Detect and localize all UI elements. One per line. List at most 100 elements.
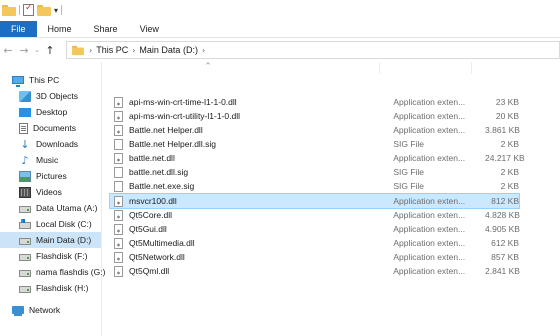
breadcrumb-this-pc[interactable]: This PC (96, 45, 128, 55)
customize-toolbar-dropdown-icon[interactable]: ▾ (54, 6, 58, 15)
file-name: Battle.net Helper.dll (129, 125, 203, 135)
forward-arrow-icon[interactable]: → (16, 44, 32, 57)
file-size: 2 KB (500, 181, 519, 191)
sidebar-item-label: Videos (36, 187, 62, 197)
file-type: Application exten... (393, 210, 466, 220)
ribbon-tabs: File Home Share View (0, 21, 560, 38)
recent-locations-chevron-icon[interactable]: ⌄ (32, 46, 42, 54)
table-row[interactable]: Qt5Network.dll Application exten... 857 … (110, 250, 519, 264)
sidebar-item-label: This PC (29, 75, 60, 85)
sidebar-item-label: Downloads (36, 139, 79, 149)
sort-ascending-icon[interactable]: ^ (205, 62, 211, 70)
folder-icon[interactable] (2, 4, 16, 16)
file-type: Application exten... (393, 252, 466, 262)
sidebar-item-music[interactable]: ♪ Music (0, 152, 101, 168)
dll-file-icon (114, 223, 123, 235)
sidebar-item-pictures[interactable]: Pictures (0, 168, 101, 184)
file-type: SIG File (393, 181, 425, 191)
tab-view[interactable]: View (129, 21, 170, 37)
tab-home[interactable]: Home (37, 21, 83, 37)
file-name: Qt5Qml.dll (129, 266, 170, 276)
sidebar-item-label: nama flashdis (G:) (36, 267, 106, 277)
file-type: Application exten... (393, 111, 466, 121)
table-row[interactable]: Battle.net.exe.sig SIG File 2 KB (110, 179, 519, 193)
dll-file-icon (114, 96, 123, 108)
file-name: api-ms-win-crt-time-l1-1-0.dll (129, 97, 237, 107)
breadcrumb-main-data[interactable]: Main Data (D:) (139, 45, 198, 55)
file-type: Application exten... (393, 196, 466, 206)
tab-file[interactable]: File (0, 21, 37, 37)
dll-file-icon (114, 251, 123, 263)
table-row[interactable]: Qt5Multimedia.dll Application exten... 6… (110, 236, 519, 250)
sidebar-item-label: Local Disk (C:) (36, 219, 92, 229)
sidebar-item-documents[interactable]: Documents (0, 120, 101, 136)
sidebar-item-main-data[interactable]: Main Data (D:) (0, 232, 101, 248)
file-size: 24.217 KB (485, 153, 525, 163)
sidebar-item-3d-objects[interactable]: 3D Objects (0, 88, 101, 104)
sidebar-item-nama-flashdis[interactable]: nama flashdis (G:) (0, 264, 105, 280)
sidebar-item-videos[interactable]: Videos (0, 184, 101, 200)
file-type: Application exten... (393, 266, 466, 276)
toolbar-divider (19, 5, 20, 15)
breadcrumb-separator-icon: › (89, 45, 93, 55)
downloads-icon: ↓ (20, 137, 30, 151)
system-drive-icon (19, 219, 31, 229)
file-list: ^ api-ms-win-crt-time-l1-1-0.dll Applica… (103, 62, 560, 336)
address-bar[interactable]: › This PC › Main Data (D:) › (66, 41, 560, 59)
file-size: 4.828 KB (485, 210, 520, 220)
file-type: Application exten... (393, 153, 466, 163)
sidebar-item-desktop[interactable]: Desktop (0, 104, 101, 120)
sidebar-item-label: Data Utama (A:) (36, 203, 98, 213)
navigation-bar: ← → ⌄ ↑ › This PC › Main Data (D:) › (0, 40, 560, 60)
back-arrow-icon[interactable]: ← (0, 44, 16, 57)
table-row[interactable]: Qt5Core.dll Application exten... 4.828 K… (110, 208, 520, 222)
music-icon: ♪ (21, 153, 29, 167)
file-name: msvcr100.dll (129, 196, 177, 206)
tab-share[interactable]: Share (83, 21, 129, 37)
dll-file-icon (114, 237, 123, 249)
dll-file-icon (114, 124, 123, 136)
new-folder-icon[interactable] (37, 4, 51, 16)
dll-file-icon (114, 152, 123, 164)
documents-icon (19, 122, 28, 134)
table-row[interactable]: api-ms-win-crt-time-l1-1-0.dll Applicati… (110, 95, 519, 109)
file-type: SIG File (393, 139, 425, 149)
quick-access-toolbar: ▾ (0, 0, 560, 20)
sidebar-item-network[interactable]: Network (0, 302, 101, 318)
table-row[interactable]: Battle.net Helper.dll.sig SIG File 2 KB (110, 137, 519, 151)
folder-icon (72, 45, 84, 55)
table-row[interactable]: Qt5Gui.dll Application exten... 4.905 KB (110, 222, 520, 236)
sidebar-item-data-utama[interactable]: Data Utama (A:) (0, 200, 101, 216)
table-row-selected[interactable]: msvcr100.dll Application exten... 812 KB (109, 193, 520, 209)
file-size: 612 KB (491, 238, 519, 248)
dll-file-icon (114, 265, 123, 277)
sidebar-item-flashdisk-f[interactable]: Flashdisk (F:) (0, 248, 101, 264)
table-row[interactable]: Qt5Qml.dll Application exten... 2.841 KB (110, 264, 520, 278)
sidebar-item-local-disk[interactable]: Local Disk (C:) (0, 216, 101, 232)
table-row[interactable]: battle.net.dll.sig SIG File 2 KB (110, 165, 519, 179)
up-arrow-icon[interactable]: ↑ (42, 44, 58, 57)
sidebar-item-downloads[interactable]: ↓ Downloads (0, 136, 101, 152)
videos-icon (19, 186, 31, 198)
drive-icon (19, 254, 31, 261)
sidebar-item-label: Main Data (D:) (36, 235, 92, 245)
properties-icon[interactable] (23, 3, 34, 16)
breadcrumb-separator-icon[interactable]: › (202, 46, 205, 55)
table-row[interactable]: api-ms-win-crt-utility-l1-1-0.dll Applic… (110, 109, 519, 123)
navigation-pane: This PC 3D Objects Desktop Documents ↓ D… (0, 62, 105, 336)
drive-icon (19, 206, 31, 213)
breadcrumb-separator-icon[interactable]: › (132, 46, 135, 55)
dll-file-icon (114, 110, 123, 122)
column-divider[interactable] (471, 62, 472, 74)
file-size: 2 KB (500, 167, 519, 177)
sidebar-item-flashdisk-h[interactable]: Flashdisk (H:) (0, 280, 101, 296)
desktop-icon (19, 107, 31, 117)
column-divider[interactable] (379, 62, 380, 74)
file-size: 23 KB (495, 97, 519, 107)
sig-file-icon (114, 166, 123, 178)
sidebar-item-this-pc[interactable]: This PC (0, 72, 101, 88)
table-row[interactable]: battle.net.dll Application exten... 24.2… (110, 151, 525, 165)
file-name: Qt5Network.dll (129, 252, 185, 262)
file-size: 857 KB (491, 252, 519, 262)
table-row[interactable]: Battle.net Helper.dll Application exten.… (110, 123, 520, 137)
